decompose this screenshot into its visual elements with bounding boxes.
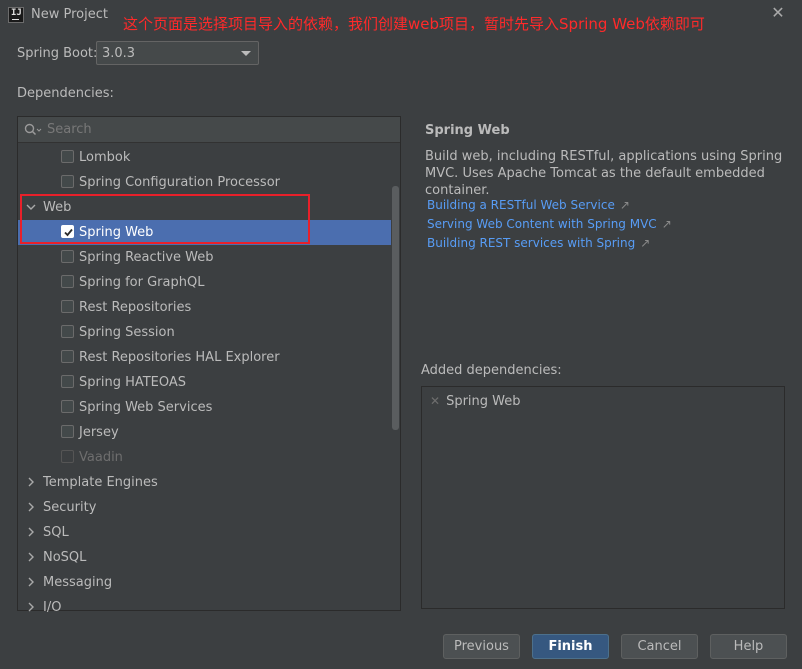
tree-group[interactable]: I/O: [18, 595, 391, 620]
tree-item-label: Spring Configuration Processor: [79, 175, 280, 190]
tree-group[interactable]: Security: [18, 495, 391, 520]
search-box[interactable]: [18, 117, 400, 143]
annotation-text: 这个页面是选择项目导入的依赖，我们创建web项目，暂时先导入Spring Web…: [123, 15, 705, 33]
chevron-right-icon[interactable]: [25, 476, 37, 488]
checkbox-icon[interactable]: [61, 300, 74, 313]
tree-group-label: NoSQL: [43, 550, 87, 565]
app-logo-icon: IJ: [8, 7, 24, 23]
external-link-icon: ↗: [619, 198, 630, 212]
dependencies-label: Dependencies:: [17, 86, 114, 101]
tree-item-label: Lombok: [79, 150, 131, 165]
added-dependencies-panel: ✕ Spring Web: [421, 386, 785, 609]
link-label: Building a RESTful Web Service: [427, 198, 615, 212]
chevron-right-icon[interactable]: [25, 501, 37, 513]
chevron-right-icon[interactable]: [25, 551, 37, 563]
tree-item-dependency[interactable]: Jersey: [18, 420, 391, 445]
checkbox-icon[interactable]: [61, 175, 74, 188]
tree-group[interactable]: NoSQL: [18, 545, 391, 570]
spring-boot-version-value: 3.0.3: [102, 46, 136, 61]
checkbox-icon[interactable]: [61, 275, 74, 288]
tree-item-label: Spring HATEOAS: [79, 375, 187, 390]
tree-group-label: Template Engines: [43, 475, 158, 490]
scrollbar-thumb[interactable]: [392, 186, 399, 430]
tree-item-dependency[interactable]: Rest Repositories HAL Explorer: [18, 345, 391, 370]
search-icon: [24, 123, 42, 136]
previous-button-label: Previous: [454, 639, 509, 654]
added-dependencies-label: Added dependencies:: [421, 363, 562, 378]
window-title: New Project: [31, 7, 108, 22]
chevron-right-icon[interactable]: [25, 576, 37, 588]
checkbox-icon: [61, 450, 74, 463]
annotation-highlight-box: [20, 194, 310, 244]
tree-item-label: Spring Session: [79, 325, 175, 340]
external-link-icon: ↗: [661, 217, 672, 231]
link-label: Serving Web Content with Spring MVC: [427, 217, 657, 231]
tree-item-dependency[interactable]: Spring Session: [18, 320, 391, 345]
tree-item-label: Rest Repositories HAL Explorer: [79, 350, 280, 365]
tree-item-label: Spring Web Services: [79, 400, 213, 415]
chevron-down-icon: [241, 51, 251, 56]
tree-item-config-processor[interactable]: Spring Configuration Processor: [18, 170, 391, 195]
tree-group-label: SQL: [43, 525, 69, 540]
search-input[interactable]: [47, 122, 377, 137]
guide-link-serving-web[interactable]: Serving Web Content with Spring MVC ↗: [427, 217, 672, 231]
remove-icon[interactable]: ✕: [430, 394, 440, 408]
checkbox-icon[interactable]: [61, 250, 74, 263]
tree-item-label: Spring Reactive Web: [79, 250, 214, 265]
tree-item-label: Spring for GraphQL: [79, 275, 205, 290]
checkbox-icon[interactable]: [61, 325, 74, 338]
spring-boot-label: Spring Boot:: [17, 46, 98, 61]
external-link-icon: ↗: [640, 236, 651, 250]
tree-item-dependency[interactable]: Spring HATEOAS: [18, 370, 391, 395]
help-button-label: Help: [733, 639, 764, 654]
tree-group[interactable]: SQL: [18, 520, 391, 545]
tree-item-dependency: Vaadin: [18, 445, 391, 470]
close-icon[interactable]: ✕: [770, 5, 786, 21]
tree-item-dependency[interactable]: Spring for GraphQL: [18, 270, 391, 295]
detail-description: Build web, including RESTful, applicatio…: [425, 149, 783, 198]
link-label: Building REST services with Spring: [427, 236, 636, 250]
chevron-right-icon[interactable]: [25, 601, 37, 613]
guide-link-rest-services[interactable]: Building REST services with Spring ↗: [427, 236, 650, 250]
checkbox-icon[interactable]: [61, 425, 74, 438]
finish-button-label: Finish: [548, 639, 593, 654]
checkbox-icon[interactable]: [61, 375, 74, 388]
guide-link-restful[interactable]: Building a RESTful Web Service ↗: [427, 198, 630, 212]
checkbox-icon[interactable]: [61, 350, 74, 363]
tree-group-label: Messaging: [43, 575, 113, 590]
added-dependency-item: ✕ Spring Web: [430, 394, 521, 409]
tree-item-label: Rest Repositories: [79, 300, 192, 315]
tree-group-label: I/O: [43, 600, 62, 615]
tree-item-lombok[interactable]: Lombok: [18, 145, 391, 170]
cancel-button[interactable]: Cancel: [621, 634, 698, 659]
chevron-right-icon[interactable]: [25, 526, 37, 538]
tree-item-dependency[interactable]: Spring Web Services: [18, 395, 391, 420]
tree-item-dependency[interactable]: Spring Reactive Web: [18, 245, 391, 270]
spring-boot-version-select[interactable]: 3.0.3: [96, 41, 259, 65]
tree-item-dependency[interactable]: Rest Repositories: [18, 295, 391, 320]
detail-title: Spring Web: [425, 123, 510, 138]
tree-item-label: Jersey: [79, 425, 119, 440]
added-dependency-label: Spring Web: [446, 394, 521, 409]
help-button[interactable]: Help: [710, 634, 787, 659]
tree-group[interactable]: Messaging: [18, 570, 391, 595]
checkbox-icon[interactable]: [61, 150, 74, 163]
previous-button[interactable]: Previous: [443, 634, 520, 659]
tree-item-label: Vaadin: [79, 450, 123, 465]
tree-group-label: Security: [43, 500, 97, 515]
cancel-button-label: Cancel: [637, 639, 682, 654]
checkbox-icon[interactable]: [61, 400, 74, 413]
tree-group[interactable]: Template Engines: [18, 470, 391, 495]
finish-button[interactable]: Finish: [532, 634, 609, 659]
